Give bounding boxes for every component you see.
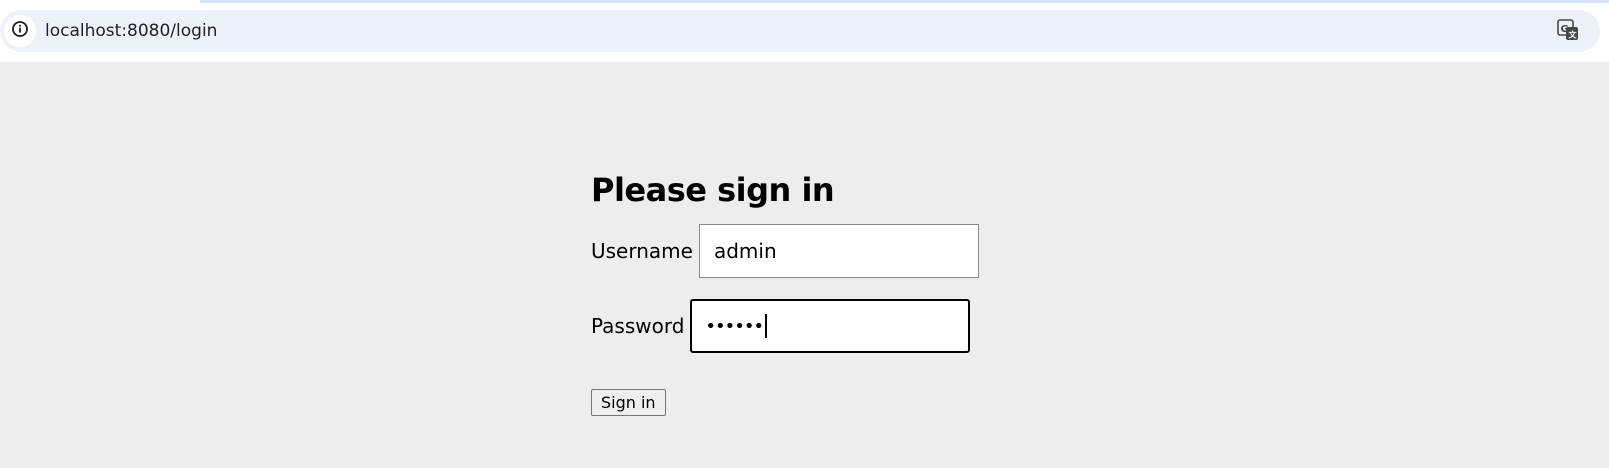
- tab-strip-edge: [200, 0, 1609, 3]
- google-translate-icon: G 文: [1556, 18, 1580, 46]
- password-label: Password: [591, 314, 685, 338]
- username-input[interactable]: admin: [698, 224, 979, 278]
- text-caret: [765, 314, 768, 338]
- svg-text:文: 文: [1569, 30, 1578, 40]
- url-text[interactable]: localhost:8080/login: [45, 20, 217, 42]
- password-input[interactable]: ••••••: [690, 299, 971, 353]
- username-row: Username admin: [591, 224, 1011, 278]
- password-mask: ••••••: [705, 315, 764, 337]
- login-form: Please sign in Username admin Password •…: [591, 170, 1011, 416]
- username-value: admin: [713, 239, 777, 263]
- submit-row: Sign in: [591, 389, 1011, 416]
- username-label: Username: [591, 239, 693, 263]
- page-content: Please sign in Username admin Password •…: [0, 62, 1609, 468]
- sign-in-button[interactable]: Sign in: [591, 389, 666, 416]
- password-row: Password ••••••: [591, 299, 1011, 353]
- site-info-button[interactable]: [4, 15, 36, 47]
- translate-button[interactable]: G 文: [1555, 19, 1581, 45]
- page-title: Please sign in: [591, 171, 835, 209]
- info-circle-icon: [11, 20, 29, 42]
- browser-toolbar: localhost:8080/login G 文: [0, 0, 1609, 62]
- address-bar[interactable]: localhost:8080/login G 文: [0, 10, 1600, 52]
